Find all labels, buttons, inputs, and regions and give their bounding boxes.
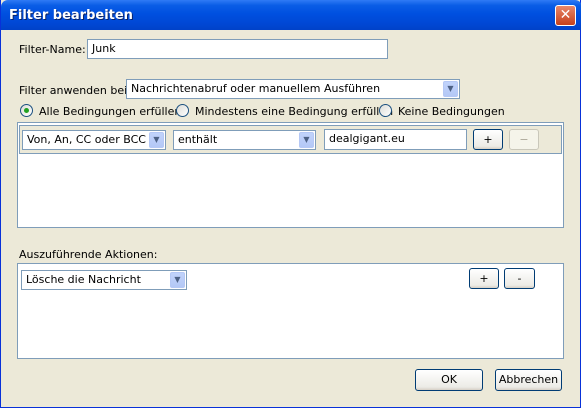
apply-when-select[interactable]: Nachrichtenabruf oder manuellem Ausführe… [126, 79, 460, 99]
close-button[interactable]: ✕ [555, 5, 576, 26]
add-action-button[interactable]: + [469, 268, 499, 289]
add-condition-button[interactable]: + [473, 129, 503, 150]
title-bar[interactable]: Filter bearbeiten ✕ [1, 0, 581, 30]
condition-operator-select[interactable]: enthält ▼ [173, 130, 316, 150]
remove-action-button[interactable]: - [504, 268, 535, 289]
apply-when-value: Nachrichtenabruf oder manuellem Ausführe… [131, 82, 381, 95]
ok-button[interactable]: OK [415, 369, 483, 391]
radio-no-conditions[interactable] [379, 104, 392, 117]
close-icon: ✕ [559, 7, 572, 23]
filter-name-input[interactable]: Junk [87, 39, 388, 59]
action-value: Lösche die Nachricht [26, 273, 141, 286]
condition-field-select[interactable]: Von, An, CC oder BCC ▼ [22, 130, 166, 150]
cancel-button[interactable]: Abbrechen [495, 369, 562, 391]
window-title: Filter bearbeiten [9, 8, 133, 23]
chevron-down-icon: ▼ [170, 272, 185, 288]
radio-all-conditions-label: Alle Bedingungen erfüllen [39, 105, 182, 118]
radio-all-conditions[interactable] [20, 104, 33, 117]
action-select[interactable]: Lösche die Nachricht ▼ [21, 270, 187, 290]
chevron-down-icon: ▼ [443, 81, 458, 97]
condition-field-value: Von, An, CC oder BCC [27, 133, 146, 146]
filter-name-label: Filter-Name: [19, 43, 86, 56]
chevron-down-icon: ▼ [149, 132, 164, 148]
chevron-down-icon: ▼ [299, 132, 314, 148]
radio-no-conditions-label: Keine Bedingungen [398, 105, 505, 118]
apply-when-label: Filter anwenden bei: [19, 84, 131, 97]
remove-condition-button[interactable]: − [509, 129, 539, 150]
condition-value-input[interactable]: dealgigant.eu [324, 129, 467, 150]
radio-any-condition[interactable] [176, 104, 189, 117]
radio-any-condition-label: Mindestens eine Bedingung erfüllen [195, 105, 394, 118]
condition-operator-value: enthält [178, 133, 218, 146]
actions-label: Auszuführende Aktionen: [19, 248, 158, 261]
filter-dialog: Filter bearbeiten ✕ Filter-Name: Junk Fi… [0, 0, 581, 408]
